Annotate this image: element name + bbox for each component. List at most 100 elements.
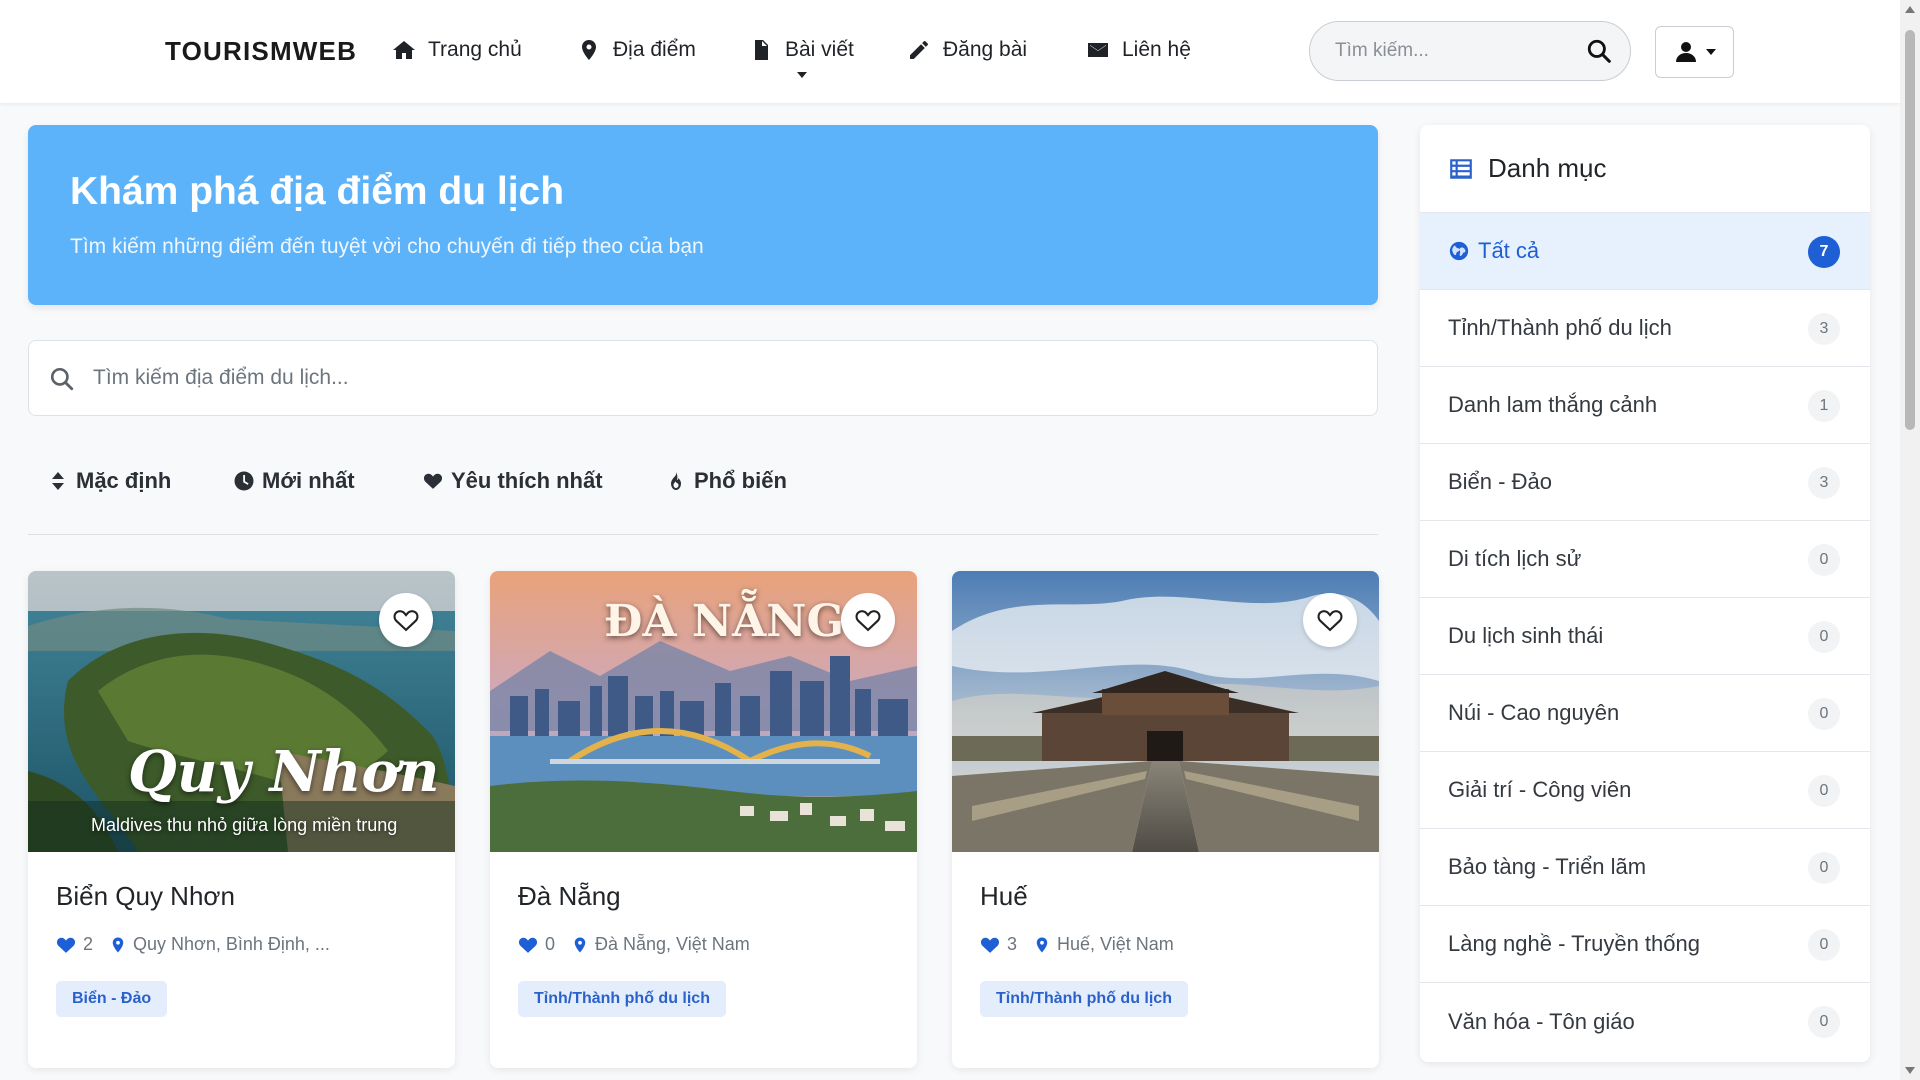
chevron-down-icon: [797, 72, 808, 78]
category-count-badge: 0: [1808, 1006, 1840, 1038]
page-scrollbar[interactable]: [1900, 0, 1920, 1080]
like-count: 2: [83, 934, 94, 954]
user-menu-button[interactable]: [1655, 26, 1734, 78]
favorite-button[interactable]: [841, 593, 895, 647]
category-count-badge: 0: [1808, 544, 1840, 576]
sidebar-header: Danh mục: [1420, 125, 1870, 213]
place-search-box: [28, 340, 1378, 416]
sort-default[interactable]: Mặc định: [48, 468, 171, 494]
heart-outline-icon: [1317, 610, 1343, 632]
card-location: Huế, Việt Nam: [1057, 934, 1174, 954]
search-icon[interactable]: [1586, 38, 1612, 64]
card-meta: 3 Huế, Việt Nam: [980, 934, 1174, 955]
category-item[interactable]: Danh lam thắng cảnh 1: [1420, 367, 1870, 444]
category-item[interactable]: Tỉnh/Thành phố du lịch 3: [1420, 290, 1870, 367]
chevron-down-icon: [1705, 49, 1716, 55]
category-count-badge: 0: [1808, 775, 1840, 807]
card-overlay-subtitle: Maldives thu nhỏ giữa lòng miền trung: [91, 815, 398, 835]
heart-icon: [980, 937, 1000, 953]
favorite-button[interactable]: [379, 593, 433, 647]
favorite-button[interactable]: [1303, 593, 1357, 647]
top-navbar: TOURISMWEB Trang chủ Địa điểm Bài viết Đ…: [0, 0, 1900, 103]
place-card-quy-nhon[interactable]: Quy Nhơn Maldives thu nhỏ giữa lòng miền…: [28, 571, 455, 1068]
clock-icon: [234, 471, 254, 491]
sort-icon: [52, 472, 64, 490]
card-meta: 2 Quy Nhơn, Bình Định, ...: [56, 934, 330, 955]
category-badge[interactable]: Tỉnh/Thành phố du lịch: [518, 981, 726, 1017]
user-icon: [1675, 42, 1696, 62]
nav-places[interactable]: Địa điểm: [577, 38, 696, 62]
category-count-badge: 3: [1808, 467, 1840, 499]
home-icon: [393, 41, 415, 59]
category-item[interactable]: Giải trí - Công viên 0: [1420, 752, 1870, 829]
heart-icon: [56, 937, 76, 953]
category-count-badge: 0: [1808, 698, 1840, 730]
category-item[interactable]: Di tích lịch sử 0: [1420, 521, 1870, 598]
scroll-up-arrow[interactable]: [1905, 6, 1915, 13]
category-label: Tất cả: [1478, 238, 1540, 263]
category-label: Du lịch sinh thái: [1448, 623, 1604, 648]
like-count: 3: [1007, 934, 1018, 954]
card-title[interactable]: Đà Nẵng: [518, 881, 621, 912]
brand-logo[interactable]: TOURISMWEB: [165, 36, 357, 67]
header-search-input[interactable]: [1335, 22, 1575, 79]
category-badge[interactable]: Biển - Đảo: [56, 981, 168, 1017]
card-title[interactable]: Biển Quy Nhơn: [56, 881, 235, 912]
header-search-box: [1309, 21, 1631, 81]
card-overlay-title: ĐÀ NẴNG: [604, 596, 845, 647]
map-pin-icon: [112, 937, 124, 952]
place-search-input[interactable]: [93, 341, 1343, 414]
nav-posts-dropdown[interactable]: Bài viết: [749, 38, 854, 78]
category-item[interactable]: Du lịch sinh thái 0: [1420, 598, 1870, 675]
sort-popular[interactable]: Phổ biến: [666, 468, 787, 494]
card-title[interactable]: Huế: [980, 881, 1028, 912]
map-pin-icon: [574, 937, 586, 952]
place-card-image[interactable]: [952, 571, 1379, 852]
category-label: Di tích lịch sử: [1448, 546, 1582, 571]
place-card-hue[interactable]: Huế 3 Huế, Việt Nam Tỉnh/Thành phố du lị…: [952, 571, 1379, 1068]
category-label: Tỉnh/Thành phố du lịch: [1448, 315, 1672, 340]
category-count-badge: 0: [1808, 621, 1840, 653]
scroll-down-arrow[interactable]: [1905, 1067, 1915, 1074]
card-location: Quy Nhơn, Bình Định, ...: [133, 934, 330, 954]
document-icon: [755, 40, 768, 60]
sort-newest-label: Mới nhất: [262, 468, 355, 493]
category-item[interactable]: Bảo tàng - Triển lãm 0: [1420, 829, 1870, 906]
category-item[interactable]: Làng nghề - Truyền thống 0: [1420, 906, 1870, 983]
nav-contact[interactable]: Liên hệ: [1086, 38, 1191, 62]
category-item[interactable]: Biển - Đảo 3: [1420, 444, 1870, 521]
sort-newest[interactable]: Mới nhất: [234, 468, 355, 494]
heart-outline-icon: [855, 610, 881, 632]
category-label: Biển - Đảo: [1448, 469, 1552, 494]
category-count-badge: 7: [1808, 236, 1840, 268]
sort-most-liked[interactable]: Yêu thích nhất: [423, 468, 603, 494]
category-label: Bảo tàng - Triển lãm: [1448, 854, 1647, 879]
nav-posts-label: Bài viết: [785, 38, 854, 61]
category-label: Văn hóa - Tôn giáo: [1448, 1008, 1635, 1034]
place-card-image[interactable]: ĐÀ NẴNG: [490, 571, 917, 852]
category-badge[interactable]: Tỉnh/Thành phố du lịch: [980, 981, 1188, 1017]
nav-create-post-label: Đăng bài: [943, 38, 1028, 61]
sort-divider: [28, 534, 1378, 535]
card-meta: 0 Đà Nẵng, Việt Nam: [518, 934, 750, 955]
envelope-icon: [1088, 43, 1108, 57]
category-item[interactable]: Núi - Cao nguyên 0: [1420, 675, 1870, 752]
search-icon: [50, 367, 74, 391]
category-item-all[interactable]: Tất cả 7: [1420, 213, 1870, 290]
nav-create-post[interactable]: Đăng bài: [907, 38, 1027, 62]
nav-home[interactable]: Trang chủ: [392, 38, 522, 62]
category-item[interactable]: Văn hóa - Tôn giáo 0: [1420, 983, 1870, 1060]
category-label: Danh lam thắng cảnh: [1448, 392, 1658, 417]
hero-title: Khám phá địa điểm du lịch: [70, 170, 565, 213]
like-count: 0: [545, 934, 556, 954]
category-label: Núi - Cao nguyên: [1448, 700, 1620, 725]
place-card-image[interactable]: Quy Nhơn Maldives thu nhỏ giữa lòng miền…: [28, 571, 455, 852]
nav-home-label: Trang chủ: [428, 38, 522, 61]
scroll-thumb[interactable]: [1905, 30, 1915, 430]
place-card-da-nang[interactable]: ĐÀ NẴNG Đà Nẵng 0 Đà Nẵng, Việt Nam Tỉnh…: [490, 571, 917, 1068]
sort-most-liked-label: Yêu thích nhất: [451, 468, 603, 493]
heart-icon: [423, 473, 443, 489]
hero-subtitle: Tìm kiếm những điểm đến tuyệt vời cho ch…: [70, 235, 704, 258]
category-label: Làng nghề - Truyền thống: [1448, 931, 1700, 956]
category-count-badge: 1: [1808, 390, 1840, 422]
